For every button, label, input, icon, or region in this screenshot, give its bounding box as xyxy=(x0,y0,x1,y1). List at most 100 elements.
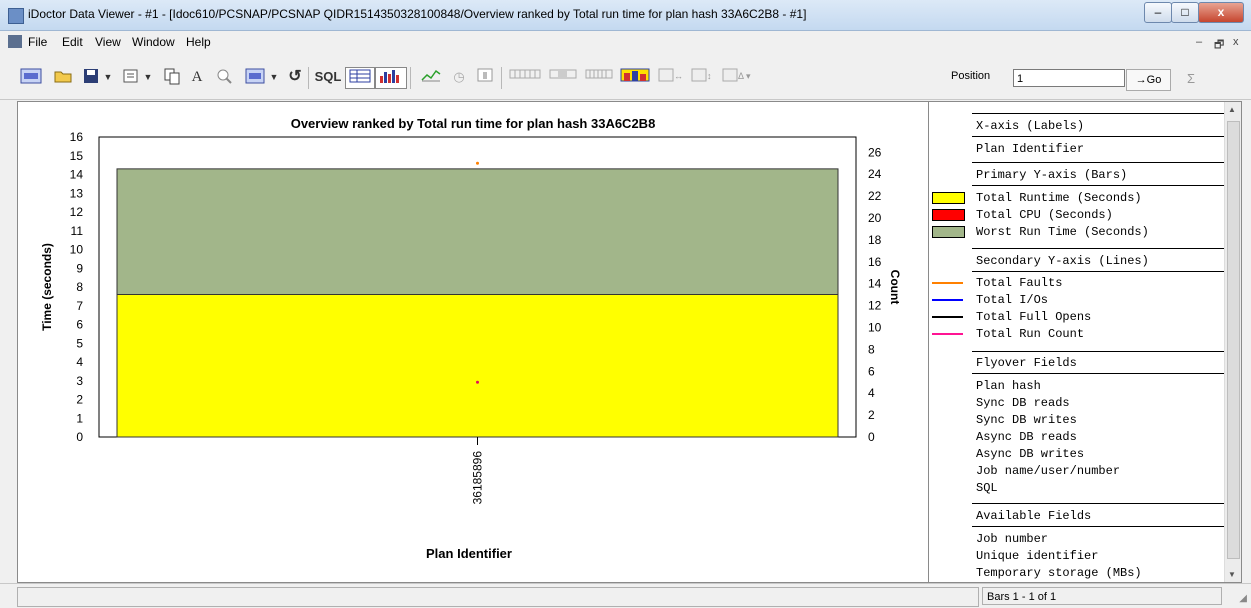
menu-view[interactable]: View xyxy=(95,35,121,49)
x-axis-label: Plan Identifier xyxy=(426,546,512,561)
legend-item-total-run-count[interactable]: Total Run Count xyxy=(976,327,1084,341)
bar-layout-a-icon[interactable]: ↔ xyxy=(655,67,685,87)
legend-item-temporary-storage[interactable]: Temporary storage (MBs) xyxy=(976,566,1142,580)
query-options-icon[interactable] xyxy=(242,67,268,87)
bar-graph-icon[interactable] xyxy=(375,67,407,89)
legend-divider xyxy=(972,136,1229,137)
legend-item-async-db-reads[interactable]: Async DB reads xyxy=(976,430,1077,444)
properties-dropdown-arrow-icon[interactable]: ▼ xyxy=(142,67,154,87)
chart-title: Overview ranked by Total run time for pl… xyxy=(291,116,656,131)
point-total-faults[interactable] xyxy=(476,161,479,165)
mdi-close-button[interactable]: x xyxy=(1233,36,1239,48)
menu-help[interactable]: Help xyxy=(186,35,211,49)
go-button[interactable]: →Go xyxy=(1126,69,1171,91)
close-button[interactable]: x xyxy=(1198,2,1244,23)
legend-header-secondary-y: Secondary Y-axis (Lines) xyxy=(976,254,1149,268)
bar-layout-b-icon[interactable]: ↕ xyxy=(688,67,718,87)
scroll-up-icon[interactable]: ▲ xyxy=(1228,105,1236,114)
legend-item-sync-db-reads[interactable]: Sync DB reads xyxy=(976,396,1070,410)
legend-item-async-db-writes[interactable]: Async DB writes xyxy=(976,447,1084,461)
legend-scrollbar[interactable]: ▲ ▼ xyxy=(1224,102,1241,582)
sql-button[interactable]: SQL xyxy=(311,67,345,87)
y-tick-label: 14 xyxy=(70,168,84,182)
mdi-minimize-button[interactable]: – xyxy=(1196,36,1202,48)
y-tick-label: 5 xyxy=(76,336,83,350)
secondary-y-tick-label: 0 xyxy=(868,430,875,444)
legend-item-total-runtime[interactable]: Total Runtime (Seconds) xyxy=(976,191,1142,205)
legend-item-total-cpu[interactable]: Total CPU (Seconds) xyxy=(976,208,1113,222)
font-icon[interactable]: A xyxy=(188,67,206,87)
legend-item-plan-hash[interactable]: Plan hash xyxy=(976,379,1041,393)
menu-edit[interactable]: Edit xyxy=(62,35,83,49)
bar-total-runtime-seconds[interactable] xyxy=(116,294,839,438)
legend-divider xyxy=(972,351,1229,352)
secondary-y-tick-label: 12 xyxy=(868,299,882,313)
document-icon[interactable] xyxy=(8,35,22,48)
clock-icon[interactable]: ◷ xyxy=(448,67,470,87)
legend-item-plan-identifier: Plan Identifier xyxy=(976,142,1085,156)
scrollbar-thumb[interactable] xyxy=(1227,121,1240,559)
properties-icon[interactable] xyxy=(120,67,142,87)
secondary-y-tick-label: 2 xyxy=(868,408,875,422)
resize-grip-icon[interactable]: ◢ xyxy=(1239,593,1247,604)
menu-file[interactable]: File xyxy=(28,35,47,49)
point-total-run-count[interactable] xyxy=(476,380,479,384)
secondary-y-tick-label: 16 xyxy=(868,255,882,269)
legend-divider xyxy=(972,162,1229,163)
legend-swatch-worst-run-time xyxy=(932,226,965,238)
title-bar[interactable]: iDoctor Data Viewer - #1 - [Idoc610/PCSN… xyxy=(0,0,1251,31)
legend-divider xyxy=(972,185,1229,186)
legend-item-sync-db-writes[interactable]: Sync DB writes xyxy=(976,413,1077,427)
dense-bars-icon[interactable] xyxy=(584,67,614,87)
sigma-icon[interactable]: Σ xyxy=(1172,69,1210,89)
save-icon[interactable] xyxy=(80,67,102,87)
legend-item-total-faults[interactable]: Total Faults xyxy=(976,276,1062,290)
query-dropdown-arrow-icon[interactable]: ▼ xyxy=(268,67,280,87)
bar-layout-delta-icon[interactable]: Δ ▾ xyxy=(720,67,752,87)
refresh-icon[interactable]: ↺ xyxy=(284,67,306,87)
secondary-y-tick-label: 24 xyxy=(868,167,882,181)
legend-line-total-ios xyxy=(932,299,963,301)
wide-bars-icon[interactable] xyxy=(548,67,578,87)
window-title: iDoctor Data Viewer - #1 - [Idoc610/PCSN… xyxy=(28,7,807,21)
legend-item-total-full-opens[interactable]: Total Full Opens xyxy=(976,310,1091,324)
legend-item-sql[interactable]: SQL xyxy=(976,481,998,495)
legend-item-unique-identifier[interactable]: Unique identifier xyxy=(976,549,1098,563)
toolbar-separator xyxy=(501,67,502,89)
colored-bars-icon[interactable] xyxy=(619,67,651,87)
position-input[interactable]: 1 xyxy=(1013,69,1125,87)
zoom-icon[interactable] xyxy=(213,67,235,87)
y-tick-label: 10 xyxy=(70,243,84,257)
legend-line-total-faults xyxy=(932,282,963,284)
maximize-button[interactable]: □ xyxy=(1171,2,1199,23)
legend-header-flyover: Flyover Fields xyxy=(976,356,1077,370)
minimize-button[interactable]: – xyxy=(1144,2,1172,23)
legend-item-worst-run-time[interactable]: Worst Run Time (Seconds) xyxy=(976,225,1149,239)
bars-count: Bars 1 - 1 of 1 xyxy=(982,587,1222,605)
legend-line-total-full-opens xyxy=(932,316,963,318)
line-graph-icon[interactable] xyxy=(418,67,444,87)
query-icon[interactable] xyxy=(17,67,45,87)
narrow-bars-icon[interactable] xyxy=(508,67,542,87)
legend-item-job-name[interactable]: Job name/user/number xyxy=(976,464,1120,478)
y-tick-label: 7 xyxy=(76,299,83,313)
open-folder-icon[interactable] xyxy=(51,67,75,87)
legend-divider xyxy=(972,271,1229,272)
save-dropdown-arrow-icon[interactable]: ▼ xyxy=(102,67,114,87)
legend-item-job-number[interactable]: Job number xyxy=(976,532,1048,546)
scroll-down-icon[interactable]: ▼ xyxy=(1228,570,1236,579)
secondary-y-tick-label: 6 xyxy=(868,364,875,378)
bar-chart[interactable]: Overview ranked by Total run time for pl… xyxy=(18,102,928,582)
window-icon[interactable] xyxy=(474,67,496,87)
menu-bar: File Edit View Window Help – 🗗 x xyxy=(0,31,1251,53)
copy-icon[interactable] xyxy=(160,67,184,87)
app-icon xyxy=(8,8,24,24)
y-tick-label: 9 xyxy=(76,261,83,275)
svg-text:↔: ↔ xyxy=(674,71,683,81)
y-tick-label: 12 xyxy=(70,205,84,219)
menu-window[interactable]: Window xyxy=(132,35,175,49)
legend-pane[interactable]: X-axis (Labels) Plan Identifier Primary … xyxy=(928,101,1242,583)
table-view-icon[interactable] xyxy=(345,67,375,89)
secondary-y-tick-label: 10 xyxy=(868,321,882,335)
legend-item-total-ios[interactable]: Total I/Os xyxy=(976,293,1048,307)
